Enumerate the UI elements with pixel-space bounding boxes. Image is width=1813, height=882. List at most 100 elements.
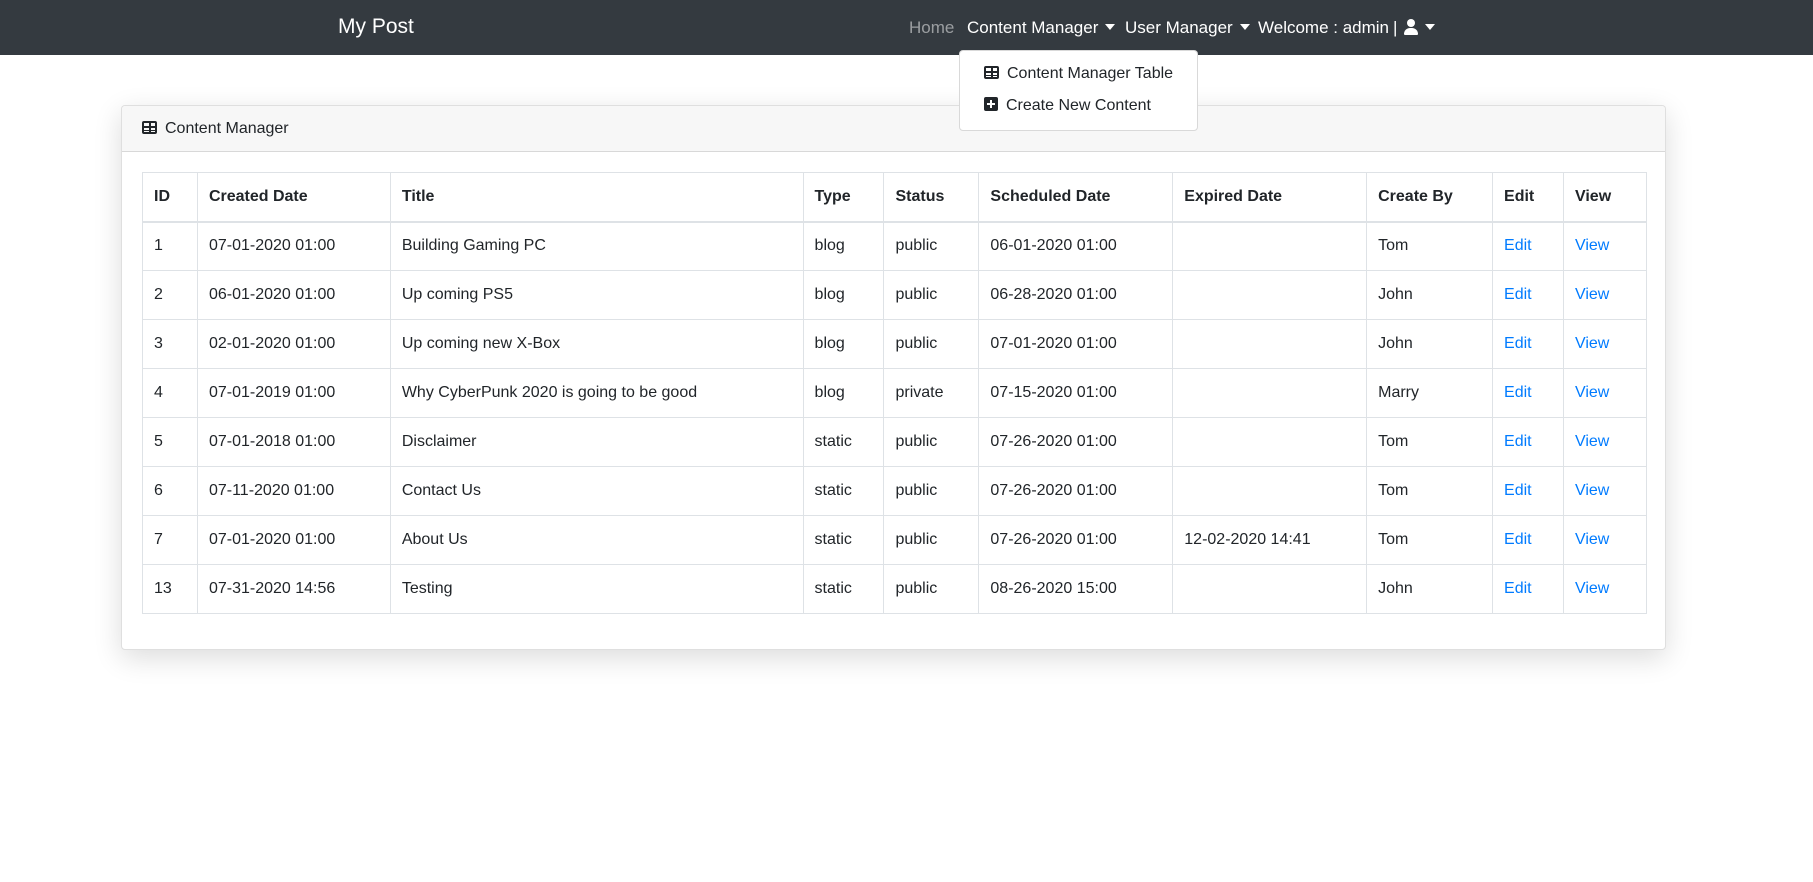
caret-down-icon xyxy=(1239,24,1250,30)
top-navbar: My Post Home Content Manager User Manage… xyxy=(0,0,1813,55)
view-link[interactable]: View xyxy=(1575,237,1609,254)
nav-user-manager-label: User Manager xyxy=(1125,18,1233,37)
view-link[interactable]: View xyxy=(1575,580,1609,597)
column-header-status: Status xyxy=(883,172,980,223)
cell-view: View xyxy=(1562,515,1648,565)
cell-status: public xyxy=(883,515,980,565)
welcome-text: Welcome : admin xyxy=(1258,18,1390,37)
column-header-view: View xyxy=(1562,172,1648,223)
cell-id: 6 xyxy=(142,466,198,516)
nav-home-link[interactable]: Home xyxy=(909,17,954,38)
nav-content-manager-dropdown[interactable]: Content Manager xyxy=(967,17,1116,38)
column-header-type: Type xyxy=(802,172,885,223)
edit-link[interactable]: Edit xyxy=(1504,433,1532,450)
cell-created-date: 07-01-2018 01:00 xyxy=(196,417,391,467)
view-link[interactable]: View xyxy=(1575,433,1609,450)
cell-id: 3 xyxy=(142,319,198,369)
cell-create-by: Marry xyxy=(1366,368,1494,418)
cell-view: View xyxy=(1562,564,1648,614)
table-row: 2 06-01-2020 01:00 Up coming PS5 blog pu… xyxy=(142,270,1648,320)
caret-down-icon xyxy=(1425,24,1435,30)
plus-square-icon xyxy=(984,97,998,111)
cell-status: public xyxy=(883,417,980,467)
cell-title: Up coming new X-Box xyxy=(389,319,804,369)
cell-created-date: 07-01-2020 01:00 xyxy=(196,221,391,271)
cell-title: Disclaimer xyxy=(389,417,804,467)
cell-scheduled-date: 06-01-2020 01:00 xyxy=(978,221,1174,271)
cell-status: public xyxy=(883,466,980,516)
column-header-create-by: Create By xyxy=(1366,172,1494,223)
cell-edit: Edit xyxy=(1492,466,1564,516)
edit-link[interactable]: Edit xyxy=(1504,384,1532,401)
card-header: Content Manager xyxy=(122,106,1665,152)
content-table: ID Created Date Title Type Status Schedu… xyxy=(142,172,1648,614)
cell-scheduled-date: 07-26-2020 01:00 xyxy=(978,515,1174,565)
cell-type: static xyxy=(802,417,885,467)
cell-scheduled-date: 08-26-2020 15:00 xyxy=(978,564,1174,614)
table-header-row: ID Created Date Title Type Status Schedu… xyxy=(142,172,1648,223)
column-header-scheduled-date: Scheduled Date xyxy=(978,172,1174,223)
cell-edit: Edit xyxy=(1492,319,1564,369)
cell-title: About Us xyxy=(389,515,804,565)
cell-status: public xyxy=(883,564,980,614)
cell-created-date: 07-31-2020 14:56 xyxy=(196,564,391,614)
cell-title: Up coming PS5 xyxy=(389,270,804,320)
view-link[interactable]: View xyxy=(1575,482,1609,499)
cell-status: public xyxy=(883,221,980,271)
cell-edit: Edit xyxy=(1492,515,1564,565)
cell-expired-date: 12-02-2020 14:41 xyxy=(1172,515,1368,565)
edit-link[interactable]: Edit xyxy=(1504,531,1532,548)
cell-create-by: John xyxy=(1366,564,1494,614)
content-manager-dropdown-menu: Content Manager Table Create New Content xyxy=(959,50,1198,131)
cell-scheduled-date: 07-01-2020 01:00 xyxy=(978,319,1174,369)
cell-expired-date xyxy=(1172,417,1368,467)
edit-link[interactable]: Edit xyxy=(1504,482,1532,499)
cell-title: Why CyberPunk 2020 is going to be good xyxy=(389,368,804,418)
card-title-label: Content Manager xyxy=(165,120,289,137)
cell-create-by: Tom xyxy=(1366,221,1494,271)
cell-view: View xyxy=(1562,368,1648,418)
cell-type: static xyxy=(802,564,885,614)
nav-separator: | xyxy=(1393,18,1398,37)
cell-expired-date xyxy=(1172,368,1368,418)
view-link[interactable]: View xyxy=(1575,384,1609,401)
cell-edit: Edit xyxy=(1492,368,1564,418)
view-link[interactable]: View xyxy=(1575,286,1609,303)
cell-scheduled-date: 07-26-2020 01:00 xyxy=(978,417,1174,467)
view-link[interactable]: View xyxy=(1575,531,1609,548)
cell-expired-date xyxy=(1172,221,1368,271)
cell-type: blog xyxy=(802,368,885,418)
cell-scheduled-date: 07-26-2020 01:00 xyxy=(978,466,1174,516)
user-menu-dropdown[interactable] xyxy=(1404,17,1435,38)
cell-view: View xyxy=(1562,270,1648,320)
edit-link[interactable]: Edit xyxy=(1504,335,1532,352)
edit-link[interactable]: Edit xyxy=(1504,580,1532,597)
edit-link[interactable]: Edit xyxy=(1504,237,1532,254)
cell-edit: Edit xyxy=(1492,417,1564,467)
dropdown-item-create-new-content[interactable]: Create New Content xyxy=(984,96,1151,116)
cell-created-date: 02-01-2020 01:00 xyxy=(196,319,391,369)
nav-user-manager-dropdown[interactable]: User Manager xyxy=(1125,17,1250,38)
brand-logo[interactable]: My Post xyxy=(338,14,414,40)
cell-expired-date xyxy=(1172,319,1368,369)
cell-create-by: Tom xyxy=(1366,466,1494,516)
column-header-edit: Edit xyxy=(1492,172,1564,223)
view-link[interactable]: View xyxy=(1575,335,1609,352)
table-row: 6 07-11-2020 01:00 Contact Us static pub… xyxy=(142,466,1648,516)
cell-expired-date xyxy=(1172,564,1368,614)
cell-create-by: Tom xyxy=(1366,417,1494,467)
dropdown-item-content-manager-table[interactable]: Content Manager Table xyxy=(984,64,1173,84)
cell-id: 1 xyxy=(142,221,198,271)
edit-link[interactable]: Edit xyxy=(1504,286,1532,303)
cell-status: private xyxy=(883,368,980,418)
cell-edit: Edit xyxy=(1492,564,1564,614)
cell-title: Contact Us xyxy=(389,466,804,516)
cell-title: Building Gaming PC xyxy=(389,221,804,271)
cell-created-date: 07-01-2019 01:00 xyxy=(196,368,391,418)
cell-view: View xyxy=(1562,417,1648,467)
cell-type: static xyxy=(802,466,885,516)
cell-scheduled-date: 07-15-2020 01:00 xyxy=(978,368,1174,418)
user-icon xyxy=(1404,19,1418,35)
cell-type: static xyxy=(802,515,885,565)
column-header-created-date: Created Date xyxy=(196,172,391,223)
